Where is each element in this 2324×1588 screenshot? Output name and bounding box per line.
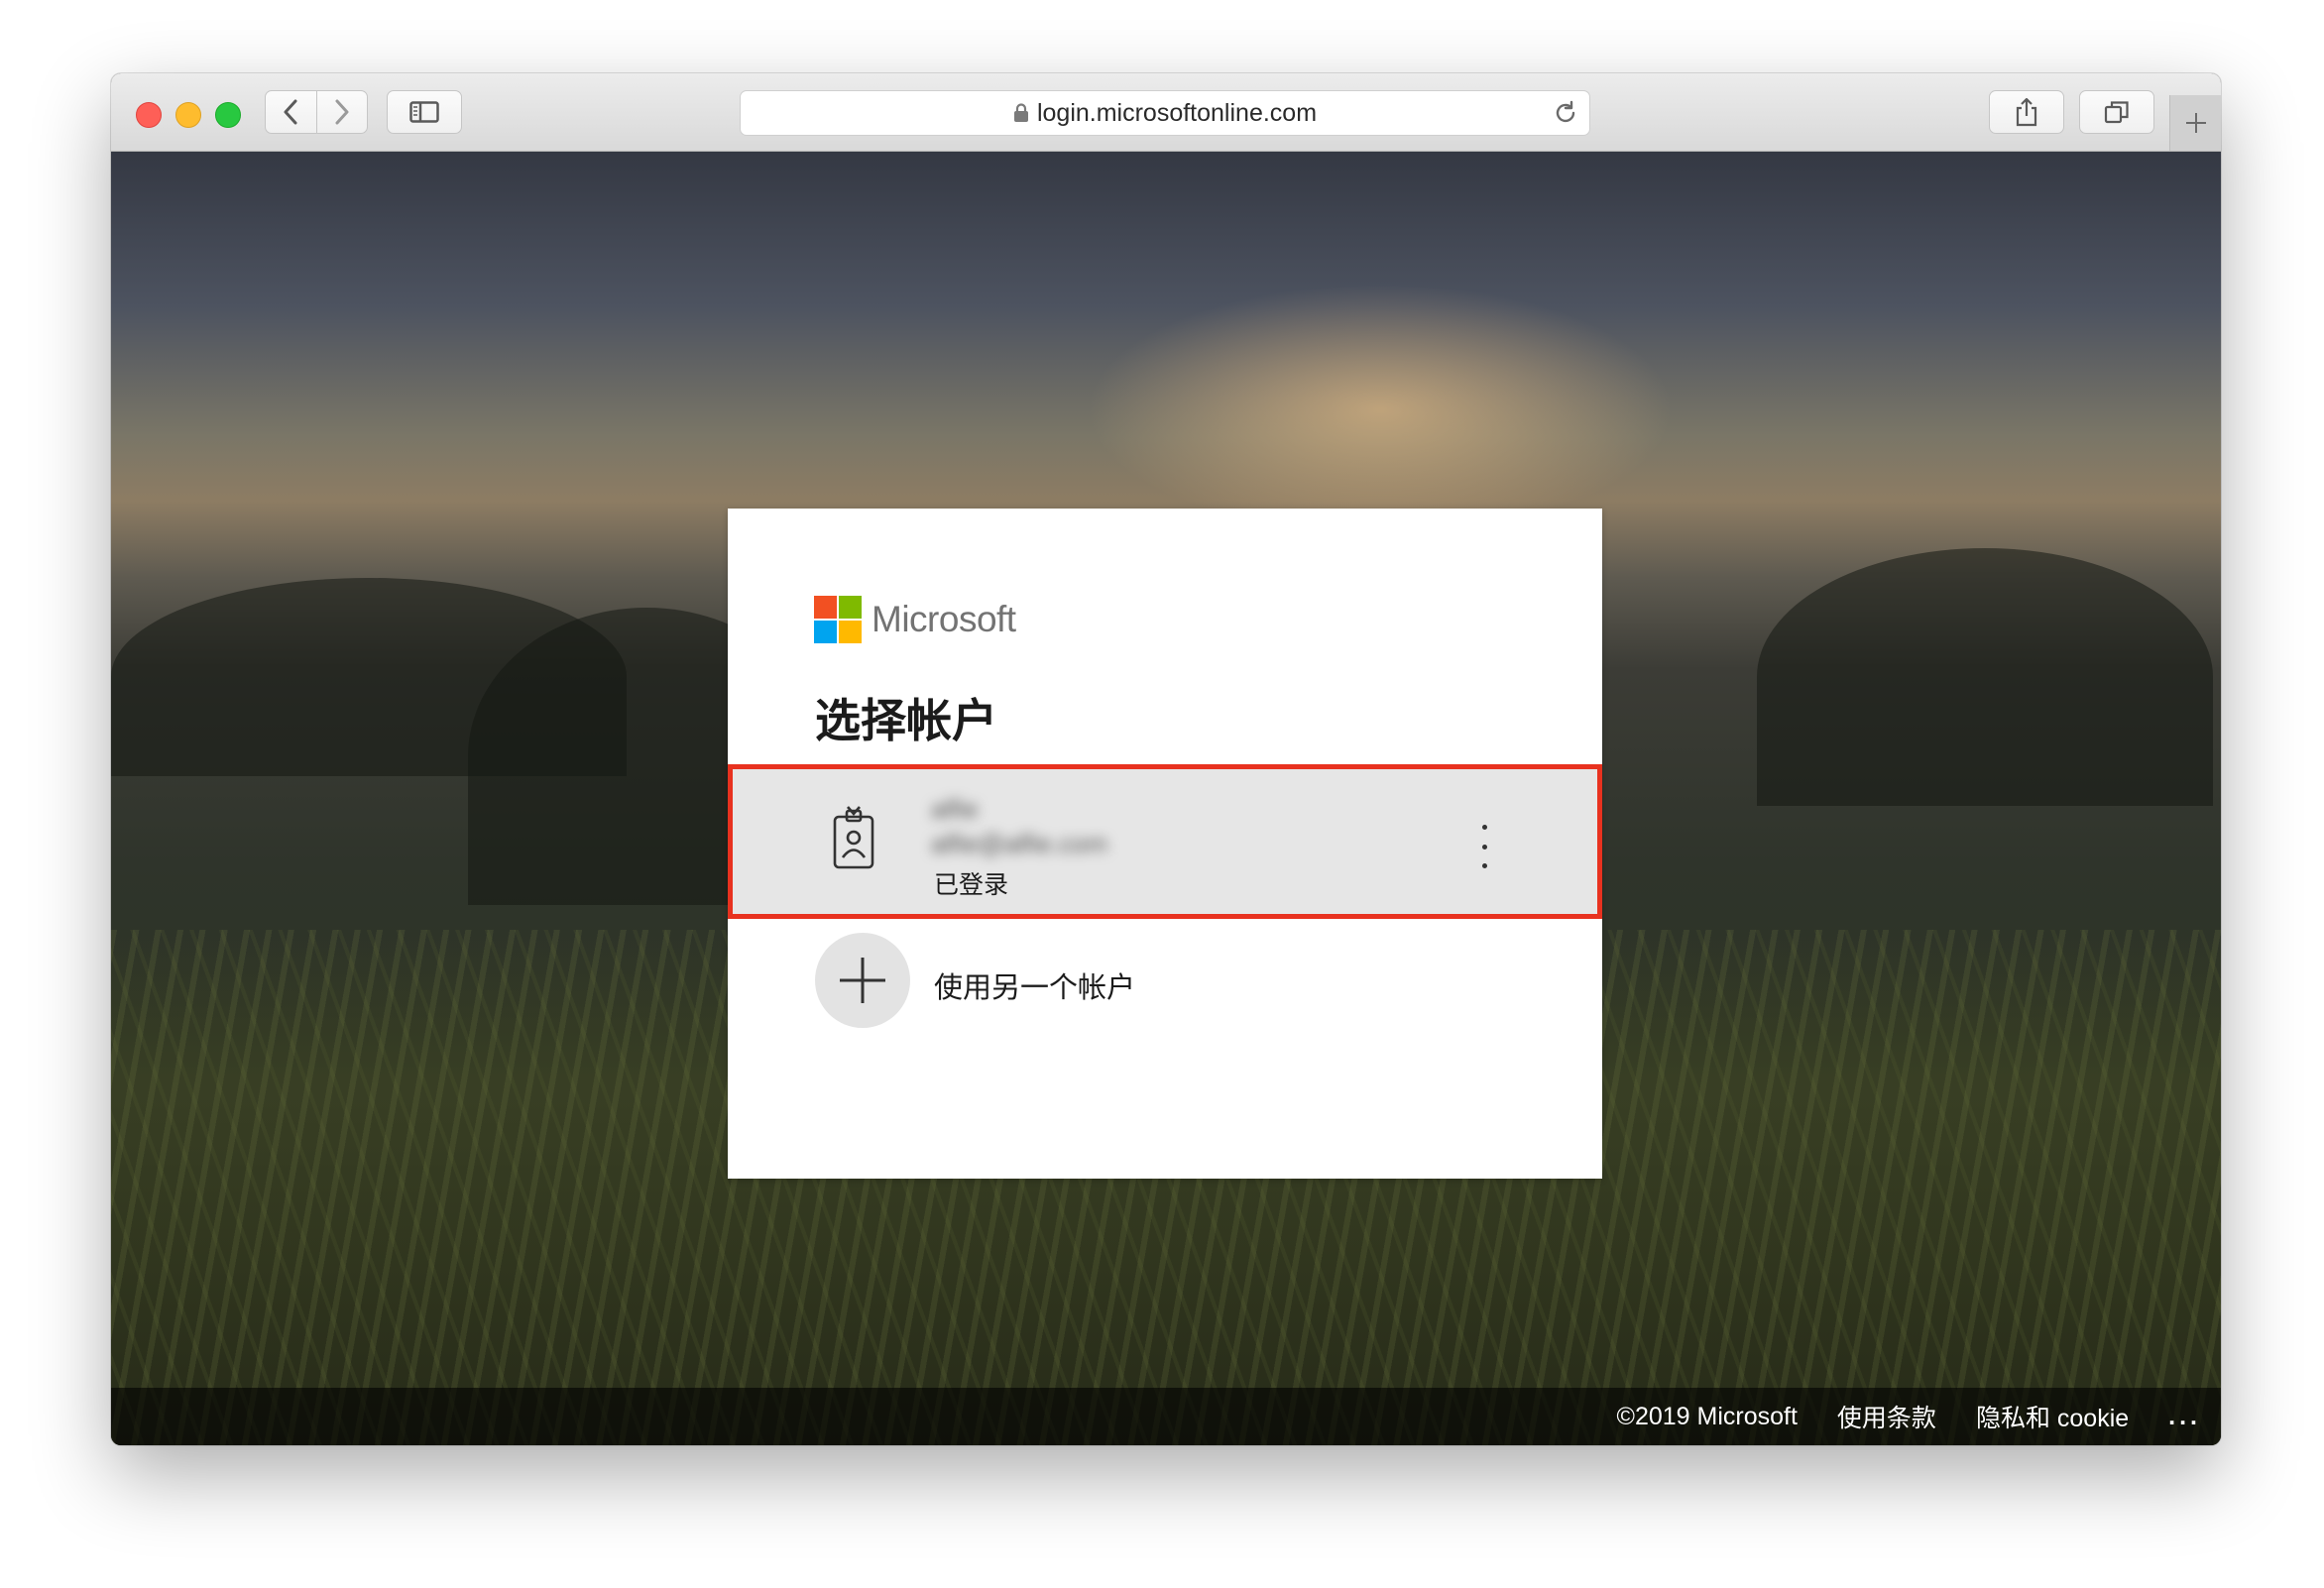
- account-email: alfie@alfie.com: [931, 829, 1108, 858]
- reload-icon[interactable]: [1552, 99, 1579, 127]
- account-picker-card: Microsoft 选择帐户 alfie alfie@alfie.com 已登录: [728, 509, 1602, 1179]
- close-window-button[interactable]: [136, 102, 162, 128]
- account-status: 已登录: [934, 871, 1009, 899]
- microsoft-logo: Microsoft: [814, 596, 1016, 643]
- account-name: alfie: [931, 794, 979, 824]
- copyright-text: ©2019 Microsoft: [1616, 1402, 1798, 1430]
- history-navigation: [265, 90, 368, 134]
- page-background: Microsoft 选择帐户 alfie alfie@alfie.com 已登录: [111, 152, 2221, 1445]
- microsoft-logo-icon: [814, 596, 862, 643]
- use-another-account-option[interactable]: 使用另一个帐户: [728, 933, 1602, 1032]
- browser-toolbar: login.microsoftonline.com: [111, 73, 2221, 152]
- add-account-icon: [815, 933, 910, 1028]
- account-options-button[interactable]: [1474, 825, 1494, 868]
- forward-button[interactable]: [315, 91, 368, 133]
- minimize-window-button[interactable]: [175, 102, 201, 128]
- new-tab-button[interactable]: [2169, 95, 2221, 151]
- page-footer: ©2019 Microsoft 使用条款 隐私和 cookie ...: [111, 1388, 2221, 1445]
- sidebar-toggle-button[interactable]: [387, 90, 462, 134]
- back-button[interactable]: [266, 91, 316, 133]
- plus-icon: [2186, 113, 2206, 133]
- footer-more-button[interactable]: ...: [2168, 1403, 2201, 1431]
- account-tile[interactable]: alfie alfie@alfie.com 已登录: [728, 764, 1602, 919]
- chevron-left-icon: [284, 99, 297, 125]
- id-badge-icon: [833, 806, 874, 869]
- browser-window: login.microsoftonline.com Microsoft 选择帐户…: [111, 73, 2221, 1445]
- tabs-overview-icon: [2104, 101, 2129, 124]
- page-title: 选择帐户: [815, 695, 997, 746]
- address-bar[interactable]: login.microsoftonline.com: [740, 90, 1590, 136]
- plus-icon: [840, 958, 885, 1003]
- chevron-right-icon: [335, 99, 349, 125]
- url-text: login.microsoftonline.com: [1036, 98, 1318, 127]
- zoom-window-button[interactable]: [215, 102, 241, 128]
- microsoft-logo-text: Microsoft: [872, 599, 1016, 639]
- background-hill: [111, 578, 627, 776]
- privacy-link[interactable]: 隐私和 cookie: [1976, 1399, 2129, 1434]
- sidebar-icon: [409, 101, 439, 123]
- more-dots-icon: [1481, 825, 1487, 830]
- use-another-account-label: 使用另一个帐户: [934, 972, 1136, 1004]
- share-button[interactable]: [1989, 90, 2064, 134]
- lock-icon: [1013, 103, 1028, 122]
- share-icon: [2016, 97, 2037, 127]
- background-hill: [1757, 548, 2213, 806]
- show-tabs-button[interactable]: [2079, 90, 2154, 134]
- terms-link[interactable]: 使用条款: [1837, 1399, 1936, 1434]
